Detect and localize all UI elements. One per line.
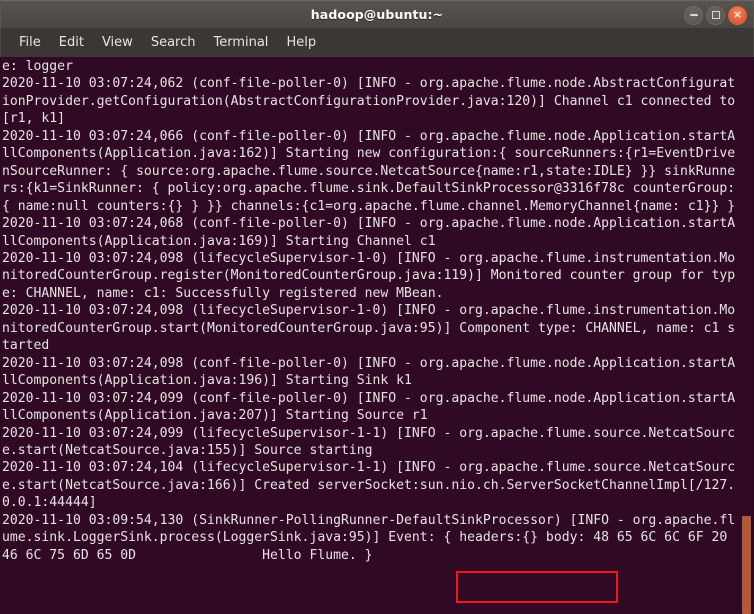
menu-item-view[interactable]: View [93, 32, 142, 54]
scrollbar-thumb[interactable] [742, 516, 751, 614]
title-bar[interactable]: hadoop@ubuntu:~ × [0, 0, 754, 28]
minimize-icon [689, 14, 698, 16]
annotation-highlight-box [456, 571, 618, 603]
menu-item-help[interactable]: Help [277, 32, 325, 54]
menu-bar: File Edit View Search Terminal Help [0, 28, 754, 57]
window-title: hadoop@ubuntu:~ [310, 7, 444, 22]
terminal-output-area[interactable]: e: logger 2020-11-10 03:07:24,062 (conf-… [0, 57, 754, 614]
menu-item-search[interactable]: Search [142, 32, 205, 54]
menu-item-terminal[interactable]: Terminal [204, 32, 277, 54]
terminal-scrollbar[interactable] [740, 57, 753, 614]
menu-item-file[interactable]: File [10, 32, 50, 54]
window-controls: × [684, 1, 747, 29]
close-button[interactable]: × [728, 5, 747, 25]
terminal-window: hadoop@ubuntu:~ × File Edit View Search … [0, 0, 754, 614]
close-icon: × [732, 8, 743, 21]
minimize-button[interactable] [684, 5, 703, 25]
terminal-log-text: e: logger 2020-11-10 03:07:24,062 (conf-… [2, 59, 736, 563]
menu-item-edit[interactable]: Edit [50, 32, 93, 54]
maximize-icon [711, 11, 720, 19]
maximize-button[interactable] [706, 5, 725, 25]
